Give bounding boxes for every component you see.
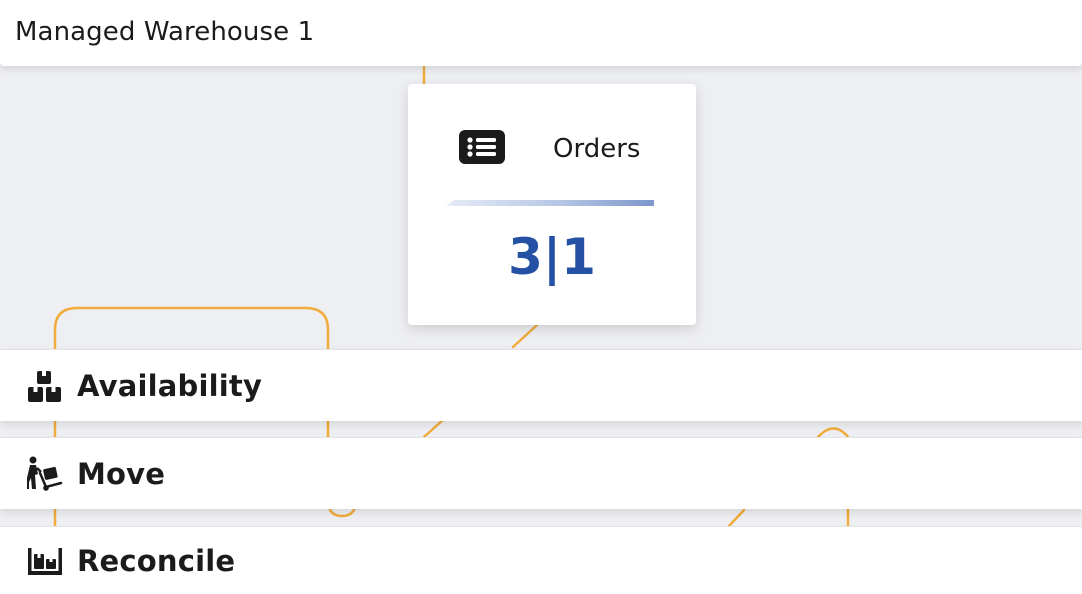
availability-button[interactable]: Availability — [0, 349, 1082, 421]
flow-line-right — [727, 508, 746, 528]
move-label: Move — [77, 456, 166, 491]
reconcile-button[interactable]: Reconcile — [0, 526, 1082, 594]
move-button[interactable]: Move — [0, 437, 1082, 509]
flow-line-diag-2 — [422, 417, 446, 439]
flow-line-diag-1 — [511, 323, 539, 349]
boxes-icon — [28, 370, 61, 402]
pallet-icon — [28, 547, 62, 575]
header-bar: Managed Warehouse 1 — [0, 0, 1082, 66]
orders-divider — [446, 200, 654, 206]
availability-label: Availability — [77, 368, 263, 403]
orders-label: Orders — [553, 134, 641, 164]
orders-card[interactable]: Orders 3|1 — [408, 84, 696, 325]
list-icon — [459, 130, 505, 164]
page-title: Managed Warehouse 1 — [15, 17, 315, 47]
hand-truck-icon — [27, 456, 63, 491]
reconcile-label: Reconcile — [77, 543, 236, 578]
orders-count: 3|1 — [508, 228, 596, 286]
